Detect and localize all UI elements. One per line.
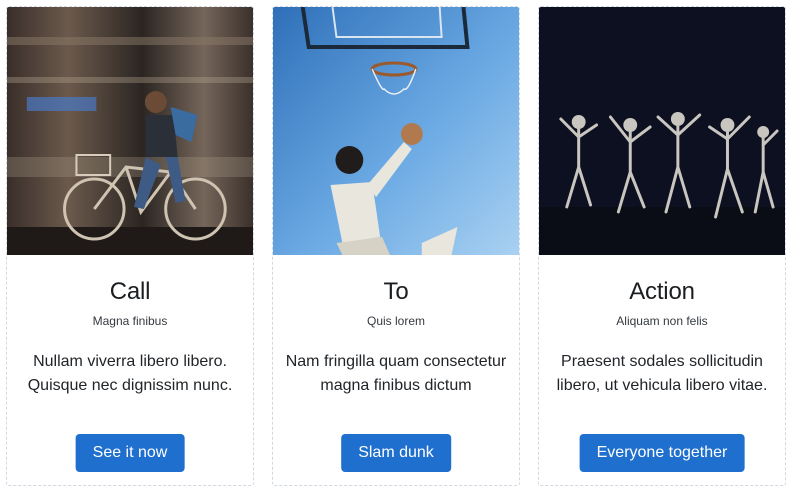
card-subtitle: Quis lorem [366, 314, 425, 328]
card-subtitle: Magna finibus [92, 314, 168, 328]
card-title: Action [629, 278, 695, 305]
card-call: Call Magna finibus Nullam viverra libero… [6, 6, 254, 486]
card-title: To [383, 278, 409, 305]
dancers-photo [539, 7, 785, 255]
cyclist-photo [7, 7, 253, 255]
card-subtitle: Aliquam non felis [616, 314, 708, 328]
everyone-together-button[interactable]: Everyone together [579, 434, 745, 472]
slam-dunk-button[interactable]: Slam dunk [341, 434, 451, 472]
card-body: To Quis lorem Nam fringilla quam consect… [273, 255, 519, 485]
card-action: Action Aliquam non felis Praesent sodale… [538, 6, 786, 486]
card-text: Praesent sodales sollicitudin libero, ut… [556, 353, 768, 394]
card-row: Call Magna finibus Nullam viverra libero… [0, 0, 794, 493]
card-title: Call [109, 278, 151, 305]
basketball-dunk-photo [273, 7, 519, 255]
card-body: Call Magna finibus Nullam viverra libero… [7, 255, 253, 485]
card-to: To Quis lorem Nam fringilla quam consect… [272, 6, 520, 486]
see-it-now-button[interactable]: See it now [75, 434, 185, 472]
card-text: Nullam viverra libero libero. Quisque ne… [27, 353, 233, 394]
card-body: Action Aliquam non felis Praesent sodale… [539, 255, 785, 485]
card-text: Nam fringilla quam consectetur magna fin… [285, 353, 507, 394]
